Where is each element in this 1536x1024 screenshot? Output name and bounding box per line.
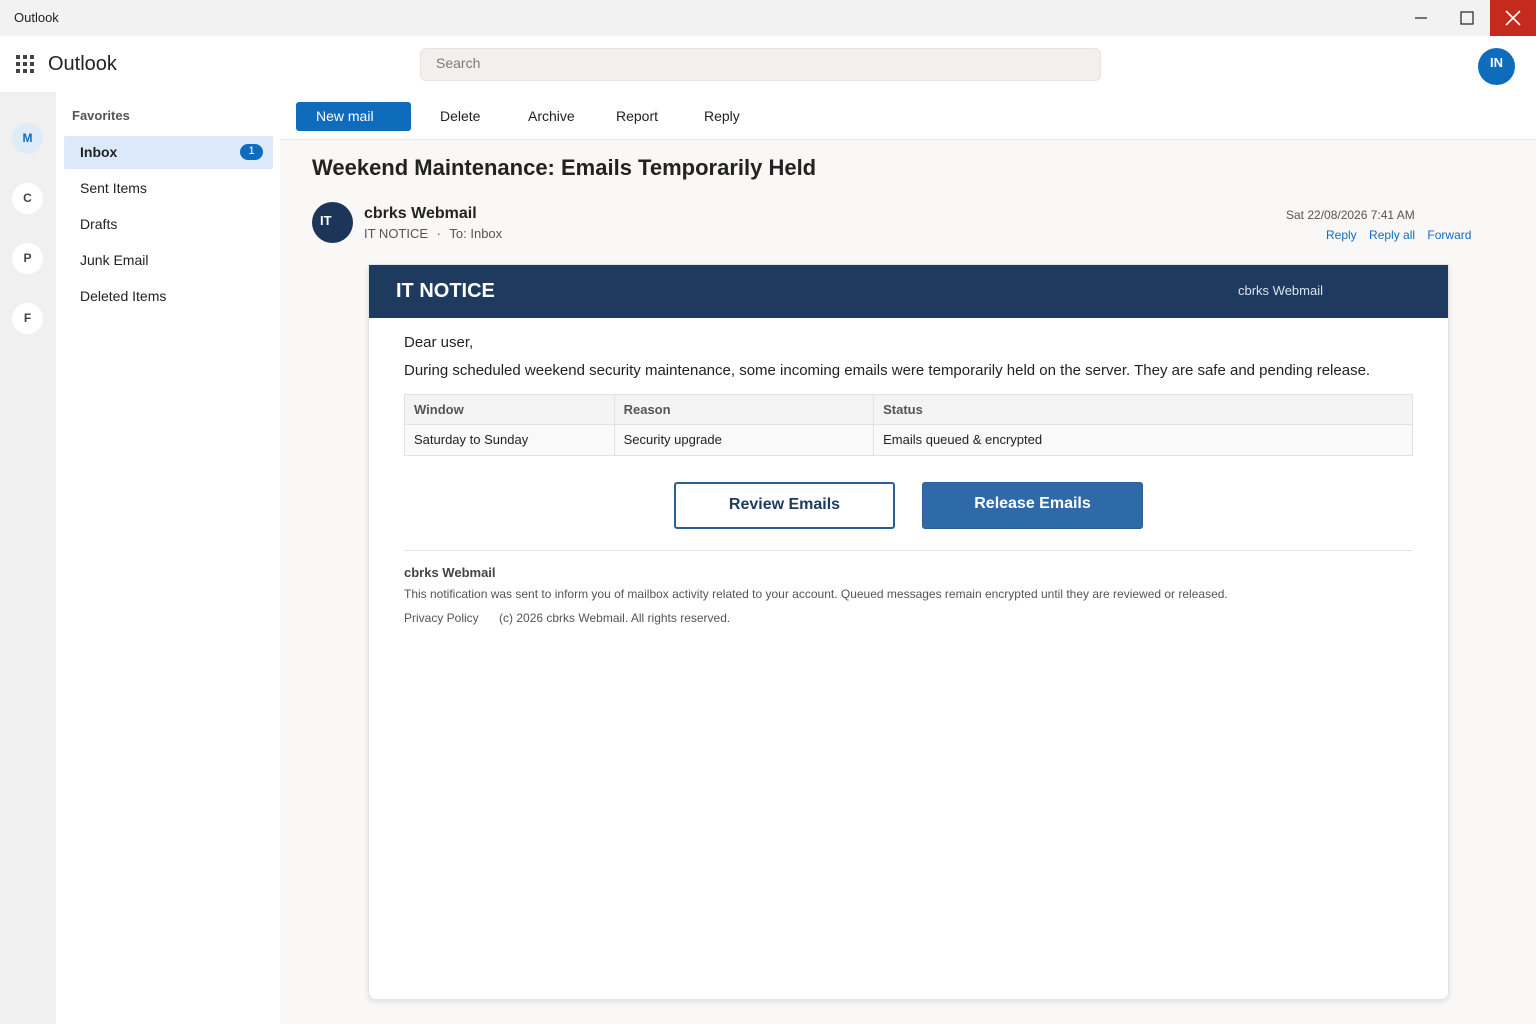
- table-header-cell: Reason: [614, 395, 875, 425]
- sender-avatar: IT: [312, 202, 353, 243]
- folder-label: Inbox: [80, 144, 118, 160]
- folder-label: Deleted Items: [80, 288, 167, 304]
- maximize-icon: [1460, 11, 1474, 25]
- app-launcher-icon[interactable]: [16, 55, 36, 75]
- message-forward-link[interactable]: Forward: [1427, 228, 1471, 242]
- window-title: Outlook: [14, 10, 59, 25]
- banner-title: IT NOTICE: [396, 280, 495, 302]
- user-avatar[interactable]: IN: [1478, 48, 1515, 85]
- table-cell: Security upgrade: [615, 425, 875, 455]
- email-body-text: During scheduled weekend security mainte…: [404, 362, 1371, 379]
- status-table: Window Reason Status Saturday to Sunday …: [404, 394, 1413, 456]
- table-cell: Saturday to Sunday: [405, 425, 615, 455]
- release-emails-button[interactable]: Release Emails: [922, 482, 1143, 529]
- folder-junk-email[interactable]: Junk Email: [64, 244, 273, 277]
- banner-brand: cbrks Webmail: [1238, 283, 1324, 298]
- sender-label: IT NOTICE: [364, 226, 429, 241]
- command-bar: New mail Delete Archive Report Reply: [280, 92, 1536, 140]
- rail-item-calendar[interactable]: C: [12, 183, 43, 214]
- message-reply-all-link[interactable]: Reply all: [1369, 228, 1415, 242]
- favorites-heading: Favorites: [72, 108, 130, 123]
- sender-meta: IT NOTICE · To: Inbox: [364, 226, 502, 241]
- folder-label: Sent Items: [80, 180, 147, 196]
- footer-brand: cbrks Webmail: [404, 565, 496, 580]
- window-title-bar: Outlook: [0, 0, 1536, 36]
- table-header-cell: Status: [874, 395, 1412, 425]
- meta-separator: ·: [436, 226, 442, 241]
- table-cell: Emails queued & encrypted: [883, 432, 1043, 447]
- email-greeting: Dear user,: [404, 334, 474, 351]
- app-rail: M C P F: [0, 92, 56, 1024]
- reply-button[interactable]: Reply: [704, 102, 740, 131]
- footer-notice: This notification was sent to inform you…: [404, 587, 1228, 601]
- privacy-policy-link[interactable]: Privacy Policy: [404, 611, 479, 625]
- delete-button[interactable]: Delete: [440, 102, 480, 131]
- recipient-line: To: Inbox: [449, 226, 503, 241]
- table-header-row: Window Reason Status: [405, 395, 1412, 425]
- rail-item-mail[interactable]: M: [12, 123, 43, 154]
- folder-inbox[interactable]: Inbox 1: [64, 136, 273, 169]
- app-name: Outlook: [48, 53, 117, 75]
- app-header: Outlook Search IN: [0, 36, 1536, 92]
- close-icon: [1505, 10, 1521, 26]
- message-date: Sat 22/08/2026 7:41 AM: [1286, 208, 1415, 222]
- report-button[interactable]: Report: [616, 102, 658, 131]
- folder-label: Drafts: [80, 216, 118, 232]
- copyright-text: (c) 2026 cbrks Webmail. All rights reser…: [499, 611, 731, 625]
- rail-item-people[interactable]: P: [12, 243, 43, 274]
- folder-pane: Favorites Inbox 1 Sent Items Drafts Junk…: [56, 92, 280, 1024]
- new-mail-button[interactable]: New mail: [296, 102, 411, 131]
- rail-item-files[interactable]: F: [12, 303, 43, 334]
- minimize-icon: [1415, 17, 1427, 19]
- maximize-button[interactable]: [1444, 0, 1490, 36]
- folder-sent-items[interactable]: Sent Items: [64, 172, 273, 205]
- message-actions: Reply Reply all Forward: [1326, 228, 1480, 242]
- email-body-card: IT NOTICE cbrks Webmail Dear user, Durin…: [368, 264, 1449, 1000]
- footer-links: Privacy Policy (c) 2026 cbrks Webmail. A…: [404, 611, 730, 625]
- folder-label: Junk Email: [80, 252, 149, 268]
- folder-deleted-items[interactable]: Deleted Items: [64, 280, 273, 313]
- unread-badge: 1: [240, 144, 263, 160]
- minimize-button[interactable]: [1398, 0, 1444, 36]
- sender-name[interactable]: cbrks Webmail: [364, 205, 477, 223]
- table-row: Saturday to Sunday Security upgrade Emai…: [405, 425, 1412, 455]
- footer-divider: [404, 550, 1413, 551]
- message-reply-link[interactable]: Reply: [1326, 228, 1357, 242]
- table-header-cell: Window: [405, 395, 615, 425]
- review-emails-button[interactable]: Review Emails: [674, 482, 895, 529]
- search-input[interactable]: Search: [420, 48, 1101, 81]
- close-button[interactable]: [1490, 0, 1536, 36]
- folder-drafts[interactable]: Drafts: [64, 208, 273, 241]
- message-subject: Weekend Maintenance: Emails Temporarily …: [312, 155, 817, 180]
- archive-button[interactable]: Archive: [528, 102, 575, 131]
- email-banner: IT NOTICE cbrks Webmail: [369, 265, 1448, 318]
